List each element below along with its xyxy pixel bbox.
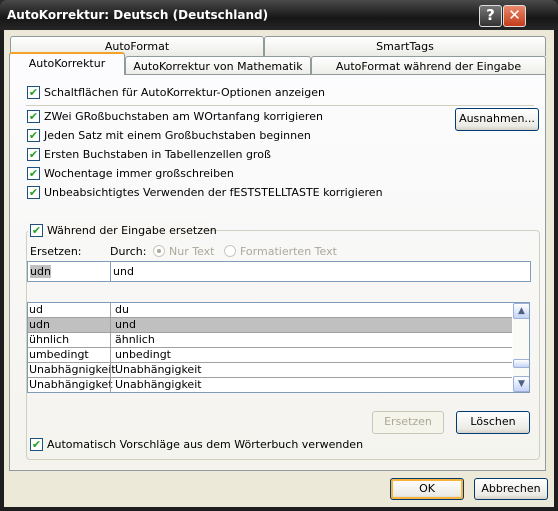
radio-formatted-label: Formatierten Text: [240, 245, 337, 258]
entry-replace: udn: [29, 318, 50, 331]
entries-list[interactable]: ud du udn und ühnlich ähnlich umbedingt unbedin…: [27, 302, 530, 393]
replace-checkbox-label: Während der Eingabe ersetzen: [47, 224, 217, 237]
tab-panel: ✔ Schaltflächen für AutoKorrektur-Optione…: [9, 74, 546, 471]
separator: [26, 105, 534, 106]
option-checkbox[interactable]: ✔: [27, 110, 40, 123]
entry-replace: Unabhängigket: [29, 378, 113, 391]
option-checkbox[interactable]: ✔: [27, 186, 40, 199]
tab-smarttags[interactable]: SmartTags: [264, 36, 546, 56]
tab-autokorrektur[interactable]: AutoKorrektur: [9, 52, 125, 75]
dialog-body: AutoFormat SmartTags AutoKorrektur AutoK…: [4, 30, 554, 507]
radio-formatted-text[interactable]: [224, 245, 236, 257]
delete-button[interactable]: Löschen: [456, 411, 530, 434]
list-scrollbar[interactable]: ▲ ▼: [513, 303, 529, 392]
option-label: Schaltflächen für AutoKorrektur-Optionen…: [44, 86, 325, 99]
scroll-down-button[interactable]: ▼: [513, 376, 529, 392]
replace-checkbox[interactable]: ✔: [30, 224, 43, 237]
entry-with: ähnlich: [110, 333, 155, 348]
exceptions-button[interactable]: Ausnahmen...: [455, 108, 539, 131]
title-bar[interactable]: AutoKorrektur: Deutsch (Deutschland) ? ✕: [0, 0, 558, 30]
list-item[interactable]: udn und: [28, 318, 512, 333]
scroll-up-button[interactable]: ▲: [513, 303, 529, 319]
entry-with: unbedingt: [110, 348, 171, 363]
dialog-window: AutoKorrektur: Deutsch (Deutschland) ? ✕…: [0, 0, 558, 511]
list-item[interactable]: ud du: [28, 303, 512, 318]
option-label: Wochentage immer großschreiben: [44, 167, 234, 180]
suggest-label: Automatisch Vorschläge aus dem Wörterbuc…: [47, 438, 364, 451]
radio-plain-text[interactable]: [153, 245, 165, 257]
with-input[interactable]: und: [110, 261, 531, 282]
option-label: ZWei GRoßbuchstaben am WOrtanfang korrig…: [44, 110, 323, 123]
option-checkbox[interactable]: ✔: [27, 148, 40, 161]
suggest-checkbox[interactable]: ✔: [30, 438, 43, 451]
close-button[interactable]: ✕: [503, 5, 526, 27]
list-item[interactable]: ühnlich ähnlich: [28, 333, 512, 348]
replace-button[interactable]: Ersetzen: [372, 411, 444, 434]
entry-replace: umbedingt: [29, 348, 89, 361]
entry-with: Unabhängigkeit: [110, 378, 202, 392]
ok-button[interactable]: OK: [390, 478, 464, 500]
option-checkbox[interactable]: ✔: [27, 167, 40, 180]
cancel-button[interactable]: Abbrechen: [474, 478, 548, 500]
list-item[interactable]: Unabhägnigkeit Unabhängigkeit: [28, 363, 512, 378]
tab-autoformat-eingabe[interactable]: AutoFormat während der Eingabe: [311, 56, 546, 76]
option-checkbox[interactable]: ✔: [27, 86, 40, 99]
option-label: Jeden Satz mit einem Großbuchstaben begi…: [44, 129, 311, 142]
radio-plain-label: Nur Text: [169, 245, 215, 258]
entry-replace: ühnlich: [29, 333, 70, 346]
entry-with: und: [110, 318, 136, 333]
scroll-thumb[interactable]: [513, 359, 529, 368]
list-item[interactable]: umbedingt unbedingt: [28, 348, 512, 363]
entry-replace: ud: [29, 303, 43, 316]
list-item[interactable]: Unabhängigket Unabhängigkeit: [28, 378, 512, 392]
option-label: Unbeabsichtigtes Verwenden der fESTSTELL…: [44, 186, 383, 199]
replace-label: Ersetzen:: [30, 245, 82, 258]
help-button[interactable]: ?: [479, 5, 502, 27]
entry-replace: Unabhägnigkeit: [29, 363, 116, 376]
tab-autokorrektur-mathematik[interactable]: AutoKorrektur von Mathematik: [125, 56, 311, 76]
entry-with: du: [110, 303, 129, 318]
option-label: Ersten Buchstaben in Tabellenzellen groß: [44, 148, 271, 161]
entry-with: Unabhängigkeit: [110, 363, 202, 378]
replace-input[interactable]: udn: [27, 261, 111, 282]
window-title: AutoKorrektur: Deutsch (Deutschland): [7, 8, 269, 22]
option-checkbox[interactable]: ✔: [27, 129, 40, 142]
with-label: Durch:: [110, 245, 147, 258]
